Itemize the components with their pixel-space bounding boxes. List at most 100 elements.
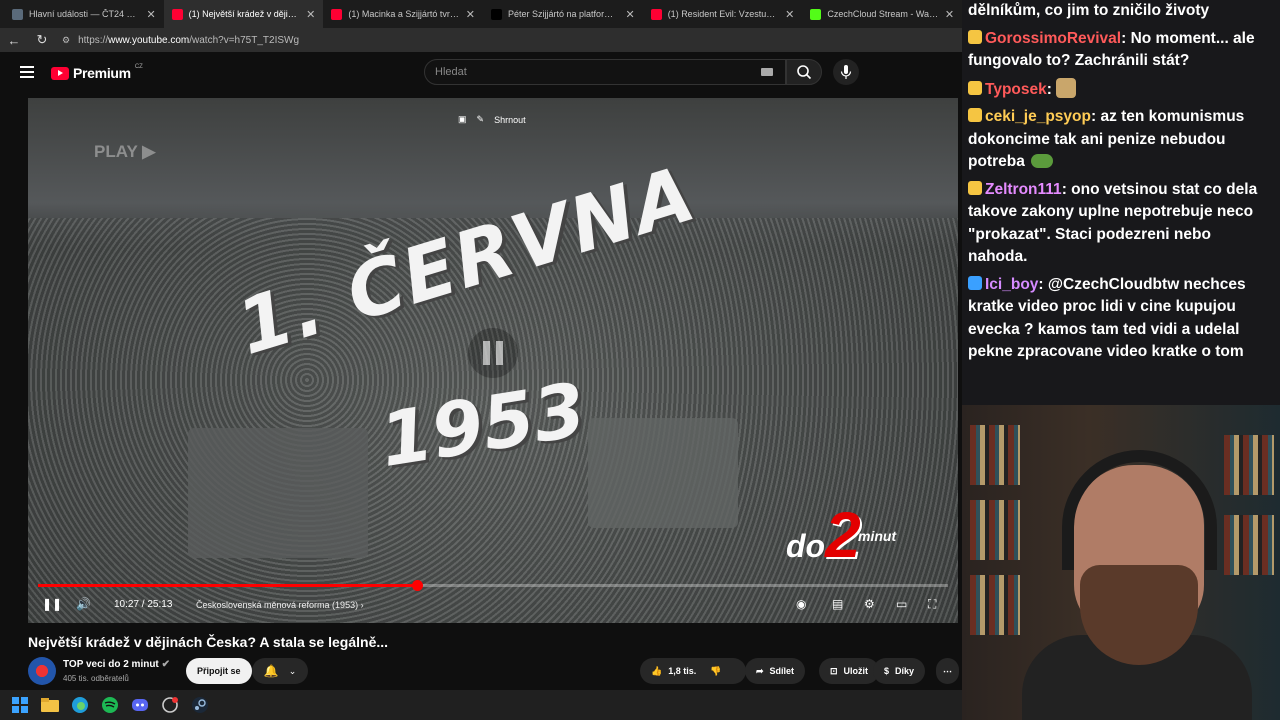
browser-tab[interactable]: (1) Největší krádež v dějinách ✕ — [163, 0, 324, 28]
youtube-header: Premium CZ Hledat — [0, 52, 962, 96]
chapter-button[interactable]: Československá měnová reforma (1953) › — [196, 600, 364, 610]
center-pause-icon[interactable] — [468, 328, 518, 378]
channel-brand-watermark: do2 minut — [786, 499, 897, 571]
close-tab-icon[interactable]: ✕ — [306, 8, 315, 21]
windows-start-icon[interactable] — [8, 693, 32, 717]
chat-username[interactable]: Zeltron111 — [985, 181, 1062, 198]
chat-username[interactable]: ceki_je_psyop — [985, 108, 1091, 125]
chat-badge-icon — [968, 180, 982, 195]
subscription-bell-button[interactable]: 🔔 ⌄ — [252, 658, 308, 684]
bookshelf — [1224, 435, 1274, 495]
more-actions-icon[interactable]: ⋯ — [936, 658, 959, 684]
progress-fill — [38, 584, 417, 587]
browser-tab[interactable]: CzechCloud Stream - Watch Live o ✕ — [802, 0, 962, 28]
steam-icon[interactable] — [188, 693, 212, 717]
like-icon[interactable]: 👍 — [651, 666, 662, 677]
browser-tab[interactable]: Hlavní události — ČT24 — Česká t ✕ — [4, 0, 164, 28]
progress-scrubber[interactable] — [411, 580, 423, 591]
menu-icon[interactable] — [20, 66, 34, 81]
stream-chat: dělníkům, co jim to zničilo životy Goros… — [962, 0, 1280, 405]
close-tab-icon[interactable]: ✕ — [625, 8, 634, 21]
chat-message: ceki_je_psyop: az ten komunismus dokonci… — [968, 106, 1274, 174]
browser-tab[interactable]: (1) Macinka a Szijjártó tvrdě proti ✕ — [323, 0, 483, 28]
video-title: Největší krádež v dějinách Česka? A stal… — [28, 634, 389, 650]
chat-message: GorossimoRevival: No moment... ale fungo… — [968, 28, 1274, 73]
youtube-page: Premium CZ Hledat PLAY ▶ ▣ ✎ Shrnout 1. … — [0, 52, 962, 690]
tab-favicon-icon — [171, 8, 183, 20]
join-button[interactable]: Připojit se — [186, 658, 252, 684]
dislike-icon[interactable]: 👎 — [710, 666, 721, 677]
fullscreen-icon[interactable]: ⛶ — [928, 597, 936, 612]
youtube-play-icon — [51, 66, 69, 80]
like-dislike-group: 👍 1,8 tis. 👎 — [640, 658, 746, 684]
app-icon[interactable] — [158, 693, 182, 717]
tab-title: Hlavní události — ČT24 — Česká t — [29, 9, 140, 19]
voice-search-button[interactable] — [833, 59, 859, 85]
miniplayer-icon[interactable]: ▣ — [458, 114, 467, 125]
chat-username[interactable]: Typosek — [985, 81, 1047, 98]
site-info-icon[interactable]: ⚙ — [62, 35, 70, 46]
url-field[interactable]: ⚙ https://www.youtube.com/watch?v=h75T_T… — [62, 35, 299, 46]
save-button[interactable]: ⊡ Uložit — [819, 658, 880, 684]
address-bar: ← ↻ ⚙ https://www.youtube.com/watch?v=h7… — [0, 28, 962, 52]
tab-favicon-icon — [12, 8, 23, 20]
tab-title: CzechCloud Stream - Watch Live o — [827, 9, 939, 19]
subscriber-count: 405 tis. odběratelů — [63, 674, 129, 683]
video-watermark: PLAY ▶ — [94, 142, 156, 161]
chat-colon: : — [1061, 180, 1072, 198]
close-tab-icon[interactable]: ✕ — [146, 8, 155, 21]
chat-colon: : — [1038, 275, 1048, 293]
share-icon: ➦ — [756, 665, 764, 676]
back-icon[interactable]: ← — [6, 33, 22, 48]
pepe-emote-icon — [1030, 154, 1053, 168]
edge-browser-icon[interactable] — [68, 693, 92, 717]
chat-badge-icon — [968, 108, 982, 122]
discord-icon[interactable] — [128, 693, 152, 717]
video-frame-truck — [588, 418, 738, 528]
settings-gear-icon[interactable]: ⚙ — [864, 597, 875, 611]
keyboard-icon[interactable] — [761, 68, 773, 76]
close-tab-icon[interactable]: ✕ — [466, 8, 475, 21]
chat-badge-icon — [968, 275, 982, 290]
like-count[interactable]: 1,8 tis. — [668, 666, 696, 676]
tab-title: (1) Macinka a Szijjártó tvrdě proti — [348, 9, 460, 19]
chat-message: Ici_boy: @CzechCloudbtw nechces kratke v… — [968, 274, 1274, 364]
video-player[interactable]: PLAY ▶ ▣ ✎ Shrnout 1. ČERVNA 1953 do2 min… — [28, 98, 958, 623]
chat-username[interactable]: GorossimoRevival — [985, 30, 1121, 47]
channel-name[interactable]: TOP veci do 2 minut ✔ — [63, 659, 170, 670]
reload-icon[interactable]: ↻ — [34, 32, 50, 48]
taskbar — [0, 690, 962, 720]
pause-icon[interactable]: ❚❚ — [42, 597, 62, 611]
bell-icon: 🔔 — [263, 664, 279, 678]
close-tab-icon[interactable]: ✕ — [945, 8, 954, 21]
share-button[interactable]: ➦ Sdílet — [745, 658, 806, 684]
bookshelf — [970, 575, 1020, 635]
chat-colon: : — [1121, 29, 1131, 47]
tab-favicon-icon — [650, 8, 662, 20]
subtitles-icon[interactable]: ▤ — [832, 597, 843, 611]
close-tab-icon[interactable]: ✕ — [785, 8, 794, 21]
chat-emote-icon — [1056, 77, 1077, 98]
search-button[interactable] — [786, 59, 822, 85]
chat-username[interactable]: Ici_boy — [985, 276, 1038, 293]
summarize-button[interactable]: ▣ ✎ Shrnout — [458, 114, 526, 125]
chevron-down-icon: ⌄ — [288, 665, 297, 676]
browser-tab[interactable]: Péter Szijjártó na platformě X: „It h ✕ — [483, 0, 643, 28]
file-explorer-icon[interactable] — [38, 693, 62, 717]
spotify-icon[interactable] — [98, 693, 122, 717]
tab-favicon-icon — [491, 8, 503, 20]
time-display: 10:27 / 25:13 — [114, 599, 173, 610]
browser-tab[interactable]: (1) Resident Evil: Vzestup, pád a zn ✕ — [643, 0, 803, 28]
youtube-logo[interactable]: Premium CZ — [51, 64, 143, 81]
headphones — [1062, 450, 1217, 570]
volume-icon[interactable]: 🔊 — [76, 597, 91, 611]
summarize-icon: ✎ — [476, 114, 485, 124]
search-input[interactable]: Hledat — [424, 59, 786, 85]
theater-mode-icon[interactable]: ▭ — [896, 597, 907, 611]
progress-bar[interactable] — [38, 580, 948, 591]
chat-colon: : — [1046, 80, 1057, 98]
browser-tab-bar: Hlavní události — ČT24 — Česká t✕(1) Nej… — [0, 0, 962, 28]
autoplay-toggle-icon[interactable]: ◉ — [796, 597, 806, 611]
thanks-button[interactable]: $ Díky — [873, 658, 926, 684]
channel-avatar[interactable] — [28, 657, 56, 685]
